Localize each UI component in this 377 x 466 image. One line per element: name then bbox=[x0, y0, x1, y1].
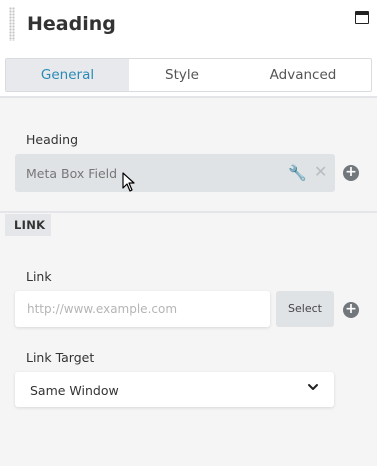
tab-general[interactable]: General bbox=[6, 59, 129, 91]
link-target-value: Same Window bbox=[30, 383, 119, 398]
section-divider bbox=[0, 211, 377, 213]
link-input[interactable]: http://www.example.com bbox=[15, 291, 270, 327]
drag-handle-icon[interactable] bbox=[9, 7, 15, 41]
tab-style[interactable]: Style bbox=[129, 59, 235, 91]
heading-field-label: Heading bbox=[26, 132, 79, 147]
tab-bar: General Style Advanced bbox=[5, 58, 372, 92]
panel-title: Heading bbox=[27, 13, 116, 35]
wrench-icon[interactable]: 🔧 bbox=[288, 164, 307, 182]
link-target-select[interactable]: Same Window bbox=[15, 372, 334, 407]
tab-bar-container: General Style Advanced bbox=[0, 50, 377, 98]
chevron-down-icon bbox=[308, 384, 318, 390]
heading-connection-value: Meta Box Field bbox=[26, 166, 118, 181]
tab-advanced[interactable]: Advanced bbox=[235, 59, 371, 91]
link-section-title: LINK bbox=[5, 214, 51, 236]
panel-header: Heading bbox=[0, 0, 377, 50]
plus-circle-icon[interactable]: + bbox=[343, 165, 359, 181]
close-icon[interactable]: ✕ bbox=[314, 162, 327, 181]
link-target-label: Link Target bbox=[26, 350, 95, 365]
plus-circle-icon[interactable]: + bbox=[343, 302, 359, 318]
select-button[interactable]: Select bbox=[276, 291, 334, 327]
link-field-label: Link bbox=[26, 269, 52, 284]
maximize-window-icon[interactable] bbox=[355, 11, 369, 24]
mouse-cursor-icon bbox=[122, 172, 135, 192]
heading-connection-field[interactable]: Meta Box Field 🔧 ✕ bbox=[15, 154, 335, 192]
